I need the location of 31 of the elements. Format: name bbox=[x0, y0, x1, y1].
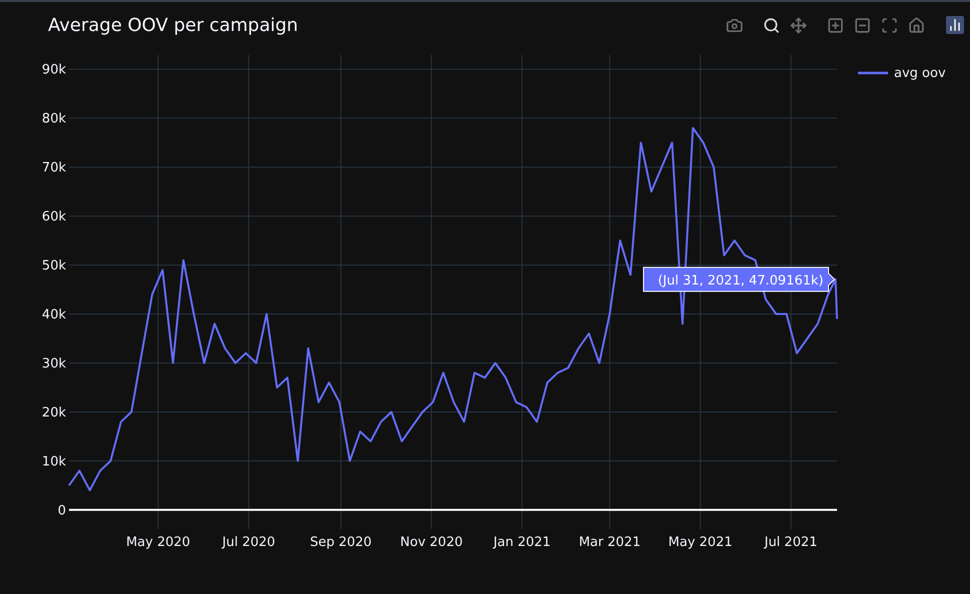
autoscale-icon[interactable] bbox=[880, 16, 898, 34]
legend-line-icon[interactable] bbox=[858, 72, 888, 74]
x-tick-label: May 2020 bbox=[126, 535, 190, 550]
x-tick-label: Nov 2020 bbox=[400, 535, 463, 550]
y-tick-label: 80k bbox=[42, 112, 66, 127]
pan-icon[interactable] bbox=[789, 16, 807, 34]
y-tick-label: 0 bbox=[58, 503, 66, 518]
x-tick-label: Mar 2021 bbox=[578, 535, 641, 550]
x-tick-label: Sep 2020 bbox=[310, 535, 372, 550]
home-icon[interactable] bbox=[907, 16, 925, 34]
zoom-in-icon[interactable] bbox=[826, 16, 844, 34]
y-tick-label: 20k bbox=[42, 405, 66, 420]
camera-icon[interactable] bbox=[725, 16, 743, 34]
legend-label[interactable]: avg oov bbox=[894, 66, 946, 81]
y-tick-label: 30k bbox=[42, 356, 66, 372]
x-tick-label: Jul 2020 bbox=[222, 535, 276, 550]
zoom-icon[interactable] bbox=[762, 16, 780, 34]
zoom-out-icon[interactable] bbox=[853, 16, 871, 34]
y-tick-label: 40k bbox=[42, 308, 66, 323]
x-tick-label: Jan 2021 bbox=[493, 535, 551, 550]
y-tick-label: 70k bbox=[42, 160, 66, 176]
y-tick-label: 90k bbox=[42, 62, 66, 78]
hover-tooltip: (Jul 31, 2021, 47.09161k) bbox=[643, 266, 836, 292]
bar-chart-logo-icon[interactable] bbox=[946, 16, 964, 34]
y-tick-label: 10k bbox=[42, 454, 66, 470]
y-tick-label: 60k bbox=[42, 210, 66, 225]
chart-title: Average OOV per campaign bbox=[48, 14, 298, 36]
x-tick-label: May 2021 bbox=[668, 535, 732, 550]
y-tick-label: 50k bbox=[42, 258, 66, 274]
annotation: (Jul 31, 2021, 47.09161k) bbox=[658, 273, 824, 288]
x-tick-label: Jul 2021 bbox=[764, 535, 818, 550]
